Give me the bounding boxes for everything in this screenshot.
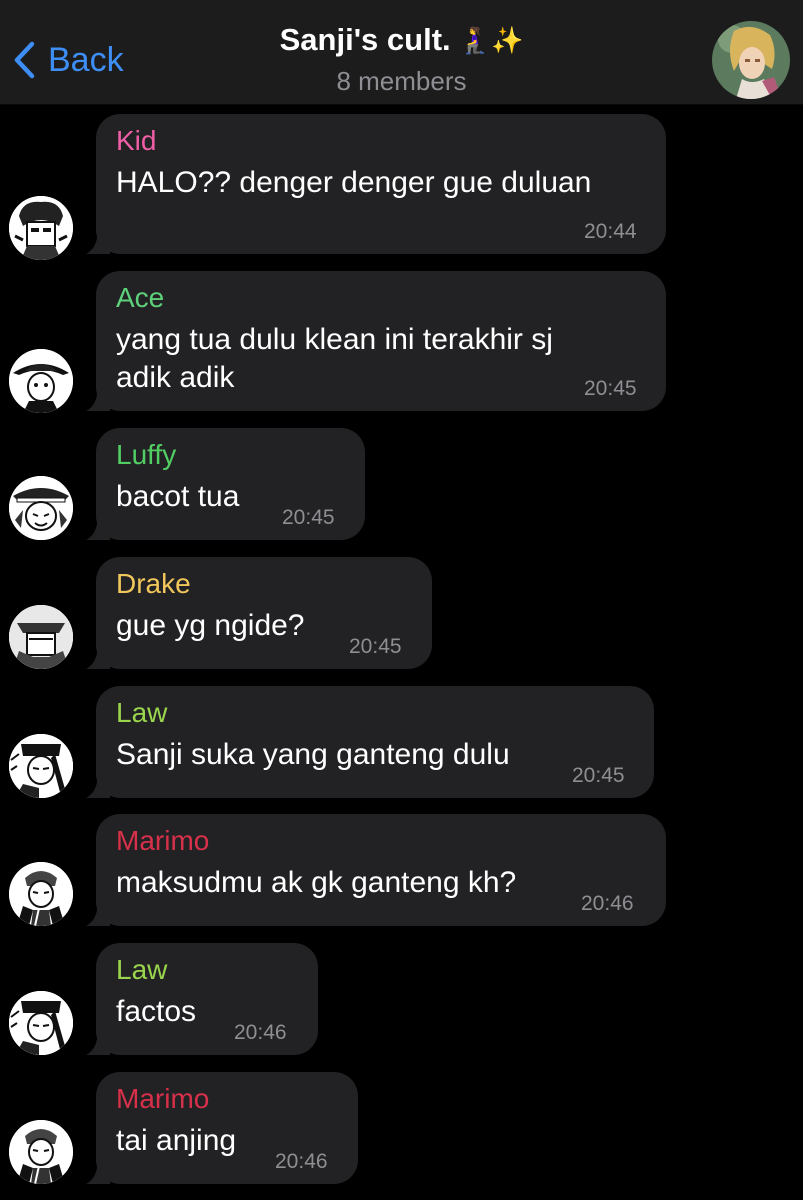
message: Luffy bacot tua 20:45	[0, 428, 803, 540]
message-timestamp: 20:45	[572, 764, 625, 787]
message-text-line: Sanji suka yang ganteng dulu	[116, 738, 510, 771]
message: Marimo maksudmu ak gk ganteng kh? 20:46	[0, 814, 803, 926]
message-text-line: factos	[116, 995, 197, 1028]
message-text-line: HALO?? denger denger gue duluan	[116, 166, 592, 199]
message-text: yang tua dulu klean ini terakhir sj adik …	[116, 321, 553, 397]
sender-name[interactable]: Luffy	[116, 438, 176, 472]
message-text: maksudmu ak gk ganteng kh?	[116, 864, 516, 902]
message: Marimo tai anjing 20:46	[0, 1072, 803, 1184]
message-bubble[interactable]: Drake gue yg ngide? 20:45	[96, 557, 432, 669]
message-text: tai anjing	[116, 1122, 236, 1160]
message-bubble[interactable]: Ace yang tua dulu klean ini terakhir sj ad…	[96, 271, 666, 411]
sender-name[interactable]: Kid	[116, 124, 156, 158]
message: Ace yang tua dulu klean ini terakhir sj ad…	[0, 271, 803, 413]
sender-avatar[interactable]	[9, 734, 73, 798]
message-timestamp: 20:44	[584, 220, 637, 243]
chat-header: Back Sanji's cult. 🧎‍♀️✨ 8 members	[0, 0, 803, 105]
sender-avatar[interactable]	[9, 476, 73, 540]
sender-avatar[interactable]	[9, 349, 73, 413]
sender-avatar[interactable]	[9, 991, 73, 1055]
message-bubble[interactable]: Marimo maksudmu ak gk ganteng kh? 20:46	[96, 814, 666, 926]
message-bubble[interactable]: Law Sanji suka yang ganteng dulu 20:45	[96, 686, 654, 798]
member-count: 8 members	[336, 66, 467, 96]
message: Drake gue yg ngide? 20:45	[0, 557, 803, 669]
message-text-line: tai anjing	[116, 1124, 237, 1157]
chat-title-area[interactable]: Sanji's cult. 🧎‍♀️✨ 8 members	[0, 22, 803, 97]
message-bubble[interactable]: Luffy bacot tua 20:45	[96, 428, 365, 540]
chat-title: Sanji's cult.	[279, 22, 451, 57]
sender-name[interactable]: Law	[116, 953, 167, 987]
message-text-line: bacot tua	[116, 480, 240, 513]
message-bubble[interactable]: Kid HALO?? denger denger gue duluan 20:44	[96, 114, 666, 254]
message-text: bacot tua	[116, 478, 239, 516]
message: Kid HALO?? denger denger gue duluan 20:44	[0, 114, 803, 260]
message-text: gue yg ngide?	[116, 607, 305, 645]
sender-avatar[interactable]	[9, 605, 73, 669]
sender-name[interactable]: Ace	[116, 281, 164, 315]
sender-name[interactable]: Marimo	[116, 824, 209, 858]
sender-name[interactable]: Drake	[116, 567, 191, 601]
message: Law Sanji suka yang ganteng dulu 20:45	[0, 686, 803, 798]
sender-name[interactable]: Marimo	[116, 1082, 209, 1116]
message-timestamp: 20:45	[584, 377, 637, 400]
message-timestamp: 20:45	[349, 635, 402, 658]
sender-avatar[interactable]	[9, 862, 73, 926]
sender-name[interactable]: Law	[116, 696, 167, 730]
message-bubble[interactable]: Marimo tai anjing 20:46	[96, 1072, 358, 1184]
message-text: factos	[116, 993, 196, 1031]
title-emoji: 🧎‍♀️✨	[458, 24, 524, 55]
message-text: Sanji suka yang ganteng dulu	[116, 736, 510, 774]
message-timestamp: 20:46	[275, 1150, 328, 1173]
sender-avatar[interactable]	[9, 196, 73, 260]
message-bubble[interactable]: Law factos 20:46	[96, 943, 318, 1055]
message-text: HALO?? denger denger gue duluan	[116, 164, 591, 202]
group-avatar[interactable]	[712, 21, 790, 99]
message: Law factos 20:46	[0, 943, 803, 1055]
message-text-line: gue yg ngide?	[116, 609, 305, 642]
sender-avatar[interactable]	[9, 1120, 73, 1184]
message-timestamp: 20:46	[581, 892, 634, 915]
message-timestamp: 20:45	[282, 506, 335, 529]
message-text-line: yang tua dulu klean ini terakhir sj	[116, 323, 553, 356]
message-text-line: maksudmu ak gk ganteng kh?	[116, 866, 517, 899]
message-timestamp: 20:46	[234, 1021, 287, 1044]
message-text-line: adik adik	[116, 361, 235, 394]
